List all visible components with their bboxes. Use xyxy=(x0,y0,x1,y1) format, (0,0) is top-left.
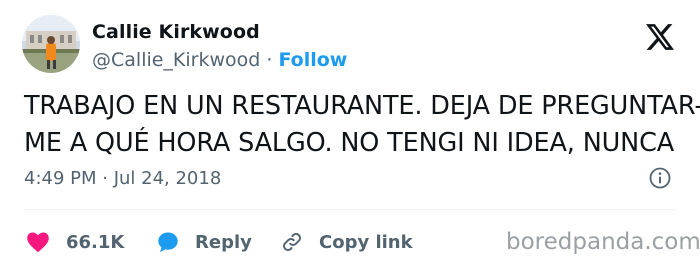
x-logo-icon[interactable] xyxy=(646,24,674,50)
author-name[interactable]: Callie Kirkwood xyxy=(92,21,260,43)
watermark: boredpanda.com xyxy=(506,229,700,255)
tweet-text: TRABAJO EN UN RESTAURANTE. DEJA DE PREGU… xyxy=(24,88,700,162)
tweet-text-line: TRABAJO EN UN RESTAURANTE. DEJA DE PREGU… xyxy=(24,91,700,121)
author-handle[interactable]: @Callie_Kirkwood xyxy=(92,49,260,71)
link-icon xyxy=(283,233,301,251)
handle-separator: · xyxy=(260,49,279,71)
follow-button[interactable]: Follow xyxy=(278,49,347,71)
like-count: 66.1K xyxy=(66,231,125,253)
info-icon[interactable] xyxy=(648,166,672,190)
heart-icon xyxy=(27,232,49,253)
tweet-text-line: ME A QUÉ HORA SALGO. NO TENGI NI IDEA, N… xyxy=(24,128,675,158)
copy-link-label: Copy link xyxy=(319,231,413,253)
tweet-timestamp[interactable]: 4:49 PM · Jul 24, 2018 xyxy=(24,168,221,189)
reply-button[interactable]: Reply xyxy=(157,227,252,257)
reply-bubble-icon xyxy=(158,232,178,253)
avatar[interactable] xyxy=(22,15,80,73)
handle-row: @Callie_Kirkwood · Follow xyxy=(92,49,347,71)
tweet-card: Callie Kirkwood @Callie_Kirkwood · Follo… xyxy=(0,0,700,257)
like-button[interactable]: 66.1K xyxy=(26,227,124,257)
divider xyxy=(24,209,676,210)
copy-link-button[interactable]: Copy link xyxy=(281,227,413,257)
reply-label: Reply xyxy=(195,231,252,253)
